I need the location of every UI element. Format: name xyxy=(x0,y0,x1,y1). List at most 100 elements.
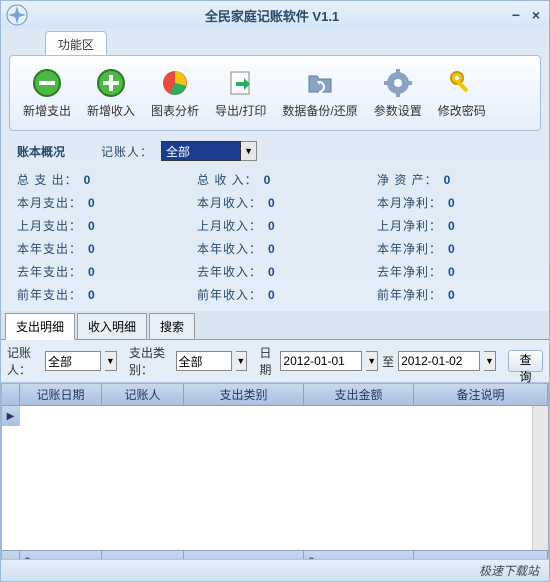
overview-value: 0 xyxy=(88,196,95,210)
tab-income-detail[interactable]: 收入明细 xyxy=(77,313,147,339)
current-row-icon: ▶ xyxy=(2,406,20,426)
accountant-select[interactable] xyxy=(161,141,241,161)
filter-date-from[interactable] xyxy=(280,351,362,371)
overview-label: 上月收入： xyxy=(197,217,262,234)
dropdown-icon[interactable]: ▼ xyxy=(366,351,378,371)
settings-button[interactable]: 参数设置 xyxy=(367,62,429,124)
overview-label: 总 支 出： xyxy=(17,171,78,188)
overview-cell: 本年支出： 0 xyxy=(17,240,173,257)
toolbar: 新增支出 新增收入 图表分析 导出/打印 数据备份/还原 参数设置 xyxy=(9,55,541,131)
dropdown-icon[interactable]: ▼ xyxy=(241,141,257,161)
overview-label: 本年收入： xyxy=(197,240,262,257)
overview-value: 0 xyxy=(268,196,275,210)
close-button[interactable]: × xyxy=(527,7,545,23)
overview-title: 账本概况 xyxy=(17,143,65,160)
overview-value: 0 xyxy=(268,265,275,279)
minus-circle-icon xyxy=(31,67,63,99)
overview-value: 0 xyxy=(448,219,455,233)
dropdown-icon[interactable]: ▼ xyxy=(236,351,248,371)
app-logo-icon xyxy=(5,3,29,27)
filter-date-to-label: 至 xyxy=(382,353,394,370)
col-category[interactable]: 支出类别 xyxy=(184,384,304,406)
vertical-scrollbar[interactable] xyxy=(532,406,548,550)
overview-cell: 去年收入： 0 xyxy=(197,263,353,280)
data-table: 记账日期 记账人 支出类别 支出金额 备注说明 ▶ 0 0 xyxy=(1,383,549,573)
col-note[interactable]: 备注说明 xyxy=(414,384,548,406)
add-income-button[interactable]: 新增收入 xyxy=(80,62,142,124)
tab-search[interactable]: 搜索 xyxy=(149,313,195,339)
overview-value: 0 xyxy=(264,173,271,187)
filter-accountant-select[interactable] xyxy=(45,351,101,371)
overview-label: 上月净利： xyxy=(377,217,442,234)
overview-value: 0 xyxy=(448,288,455,302)
overview-cell: 本年收入： 0 xyxy=(197,240,353,257)
overview-value: 0 xyxy=(448,242,455,256)
app-window: 全民家庭记账软件 V1.1 − × 功能区 新增支出 新增收入 图表分析 xyxy=(0,0,550,582)
dropdown-icon[interactable]: ▼ xyxy=(105,351,117,371)
filter-category-select[interactable] xyxy=(176,351,232,371)
detail-tabs: 支出明细 收入明细 搜索 xyxy=(1,311,549,340)
overview-value: 0 xyxy=(268,242,275,256)
overview-cell: 去年净利： 0 xyxy=(377,263,533,280)
overview-label: 本年支出： xyxy=(17,240,82,257)
minimize-button[interactable]: − xyxy=(507,7,525,23)
folder-icon xyxy=(304,67,336,99)
backup-button[interactable]: 数据备份/还原 xyxy=(275,62,364,124)
overview-value: 0 xyxy=(84,173,91,187)
overview-cell: 本月支出： 0 xyxy=(17,194,173,211)
overview-label: 前年支出： xyxy=(17,286,82,303)
col-person[interactable]: 记账人 xyxy=(102,384,184,406)
row-marker-header xyxy=(2,384,20,406)
overview-label: 前年净利： xyxy=(377,286,442,303)
filter-accountant-label: 记账人： xyxy=(7,344,41,378)
filter-category-label: 支出类别： xyxy=(129,344,172,378)
overview-cell: 上月净利： 0 xyxy=(377,217,533,234)
overview-label: 去年净利： xyxy=(377,263,442,280)
overview-cell: 总 支 出： 0 xyxy=(17,171,173,188)
overview-cell: 总 收 入： 0 xyxy=(197,171,353,188)
col-amount[interactable]: 支出金额 xyxy=(304,384,414,406)
password-button[interactable]: 修改密码 xyxy=(431,62,493,124)
chart-button[interactable]: 图表分析 xyxy=(144,62,206,124)
overview-label: 去年支出： xyxy=(17,263,82,280)
overview-label: 前年收入： xyxy=(197,286,262,303)
overview-cell: 净 资 产：0 xyxy=(377,171,533,188)
overview-label: 本月净利： xyxy=(377,194,442,211)
filter-date-to[interactable] xyxy=(398,351,480,371)
pie-chart-icon xyxy=(159,67,191,99)
tab-expense-detail[interactable]: 支出明细 xyxy=(5,313,75,340)
overview-cell: 本月净利：0 xyxy=(377,194,533,211)
statusbar: 极速下载站 xyxy=(1,559,549,581)
accountant-label: 记账人： xyxy=(101,143,153,160)
ribbon-tab[interactable]: 功能区 xyxy=(45,31,107,55)
add-expense-button[interactable]: 新增支出 xyxy=(16,62,78,124)
overview-label: 去年收入： xyxy=(197,263,262,280)
overview-label: 本年净利： xyxy=(377,240,442,257)
overview-value: 0 xyxy=(448,265,455,279)
filter-bar: 记账人： ▼ 支出类别： ▼ 日期 ▼ 至 ▼ 查询 xyxy=(1,340,549,383)
overview-value: 0 xyxy=(268,219,275,233)
overview-label: 总 收 入： xyxy=(197,171,258,188)
overview-cell: 前年净利： 0 xyxy=(377,286,533,303)
overview-value: 0 xyxy=(88,242,95,256)
export-icon xyxy=(225,67,257,99)
dropdown-icon[interactable]: ▼ xyxy=(484,351,496,371)
export-button[interactable]: 导出/打印 xyxy=(208,62,273,124)
plus-circle-icon xyxy=(95,67,127,99)
table-row: ▶ xyxy=(2,406,548,426)
overview-label: 上月支出： xyxy=(17,217,82,234)
col-date[interactable]: 记账日期 xyxy=(20,384,102,406)
overview-label: 本月支出： xyxy=(17,194,82,211)
overview-value: 0 xyxy=(88,265,95,279)
overview-value: 0 xyxy=(88,219,95,233)
overview-cell: 去年支出： 0 xyxy=(17,263,173,280)
overview-cell: 前年支出：0 xyxy=(17,286,173,303)
overview-value: 0 xyxy=(268,288,275,302)
overview-cell: 本月收入：0 xyxy=(197,194,353,211)
overview-cell: 上月支出： 0 xyxy=(17,217,173,234)
overview-cell: 本年净利： 0 xyxy=(377,240,533,257)
overview-cell: 上月收入： 0 xyxy=(197,217,353,234)
overview-label: 净 资 产： xyxy=(377,171,438,188)
titlebar: 全民家庭记账软件 V1.1 − × xyxy=(1,1,549,29)
query-button[interactable]: 查询 xyxy=(508,350,543,372)
